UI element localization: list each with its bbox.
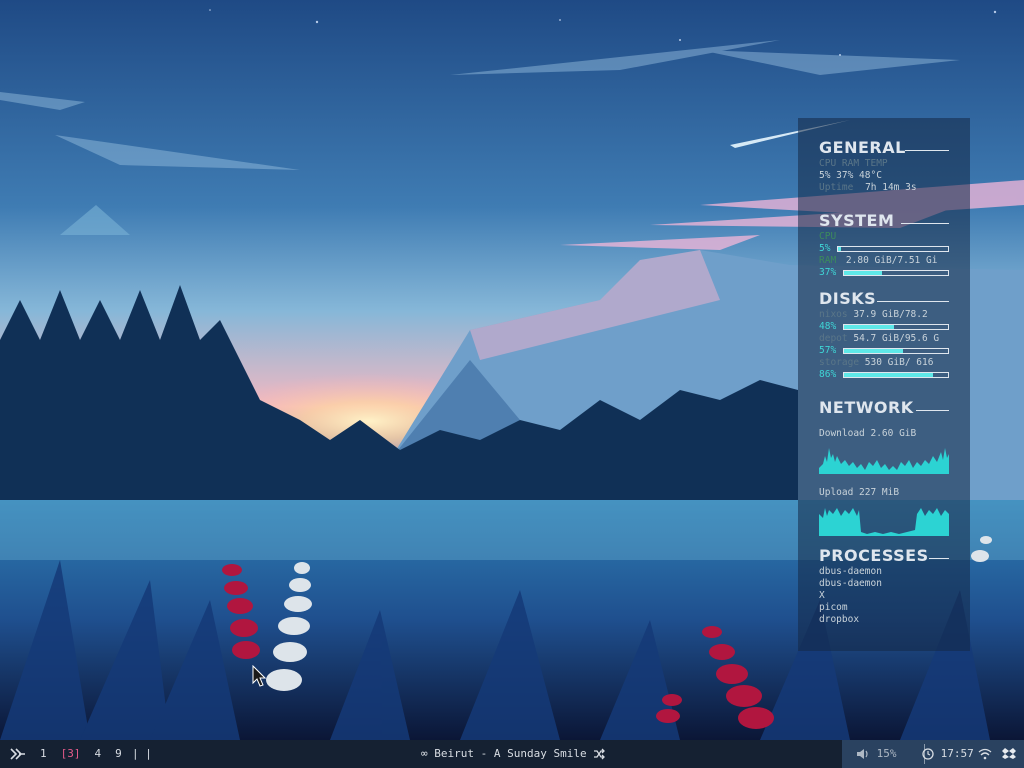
download-label: Download 2.60 GiB xyxy=(819,428,917,439)
workspace-3[interactable]: 4 xyxy=(93,747,104,760)
now-playing-widget[interactable]: ∞ Beirut - A Sunday Smile xyxy=(421,740,606,768)
conky-system-monitor: GENERAL CPU RAM TEMP 5% 37% 48°C Uptime … xyxy=(798,118,970,651)
disk-usage: 54.7 GiB/95.6 G xyxy=(853,333,940,344)
mouse-cursor-icon xyxy=(252,665,266,687)
heading-rule xyxy=(877,301,949,302)
ram-label: RAM xyxy=(819,255,837,266)
disk-row: nixos 37.9 GiB/78.2 xyxy=(819,309,949,321)
network-section: NETWORK Download 2.60 GiB Upload 227 MiB xyxy=(819,398,949,543)
disk-name: storage xyxy=(819,357,860,368)
ram-bar xyxy=(843,270,949,276)
ram-percent: 37% xyxy=(819,267,837,278)
workspace-list: 1 [3] 4 9 xyxy=(38,740,134,768)
ram-value: 2.80 GiB/7.51 Gi xyxy=(845,255,938,266)
heading-rule xyxy=(905,150,949,151)
general-section: GENERAL CPU RAM TEMP 5% 37% 48°C Uptime … xyxy=(819,138,949,194)
processes-heading: PROCESSES xyxy=(819,546,929,565)
general-heading: GENERAL xyxy=(819,138,906,157)
process-list: dbus-daemon dbus-daemon Xpicom dropbox xyxy=(819,566,949,626)
disks-section: DISKS nixos 37.9 GiB/78.2 48% depot 54.7 G… xyxy=(819,289,949,381)
network-heading: NETWORK xyxy=(819,398,914,417)
disk-list: nixos 37.9 GiB/78.2 48% depot 54.7 GiB/95.… xyxy=(819,309,949,381)
volume-widget[interactable]: 15% xyxy=(856,740,897,768)
process-item: X xyxy=(819,590,825,601)
now-playing-text: Beirut - A Sunday Smile xyxy=(434,747,587,760)
process-item: picom xyxy=(819,602,848,613)
disk-row: depot 54.7 GiB/95.6 G xyxy=(819,333,949,345)
volume-level: 15% xyxy=(876,747,897,760)
disk-usage: 37.9 GiB/78.2 xyxy=(853,309,928,320)
clock-icon xyxy=(922,748,934,760)
heading-rule xyxy=(929,558,949,559)
disk-name: nixos xyxy=(819,309,848,320)
general-labels: CPU RAM TEMP xyxy=(819,158,888,169)
heading-rule xyxy=(901,223,949,224)
menu-button[interactable] xyxy=(10,740,26,768)
cpu-bar-row: 5% xyxy=(819,243,949,255)
cpu-label: CPU xyxy=(819,231,837,242)
workspace-separator: | | xyxy=(132,747,152,760)
system-section: SYSTEM CPU 5% RAM 2.80 GiB/7.51 Gi 37% xyxy=(819,211,949,279)
upload-graph xyxy=(819,508,949,536)
speaker-icon xyxy=(857,749,868,759)
uptime-value: 7h 14m 3s xyxy=(865,182,917,193)
clock-widget[interactable]: 17:57 xyxy=(922,740,974,768)
disk-usage: 530 GiB/ 616 xyxy=(864,357,934,368)
disk-percent: 57% xyxy=(819,345,837,356)
disk-bar-row: 48% xyxy=(819,321,949,333)
taskbar: 1 [3] 4 9 | | ∞ Beirut - A Sunday Smile 15%… xyxy=(0,740,1024,768)
uptime-row: Uptime 7h 14m 3s xyxy=(819,182,949,194)
disk-bar xyxy=(843,372,949,378)
cpu-percent: 5% xyxy=(819,243,831,254)
system-tray: 15% 17:57 xyxy=(842,740,1024,768)
disk-bar-fill xyxy=(844,325,894,329)
disk-bar-fill xyxy=(844,373,934,377)
disk-bar xyxy=(843,324,949,330)
wifi-icon[interactable] xyxy=(978,748,992,760)
workspace-1[interactable]: 1 xyxy=(38,747,49,760)
disk-percent: 86% xyxy=(819,369,837,380)
disk-bar-row: 86% xyxy=(819,369,949,381)
ram-bar-row: 37% xyxy=(819,267,949,279)
disk-row: storage 530 GiB/ 616 xyxy=(819,357,949,369)
disk-bar xyxy=(843,348,949,354)
disk-bar-row: 57% xyxy=(819,345,949,357)
process-item: dbus-daemon xyxy=(819,578,882,589)
infinity-icon[interactable]: ∞ xyxy=(421,747,428,760)
disks-heading: DISKS xyxy=(819,289,877,308)
disk-percent: 48% xyxy=(819,321,837,332)
cpu-bar xyxy=(837,246,949,252)
clock-time: 17:57 xyxy=(940,747,974,760)
download-graph xyxy=(819,448,949,474)
ram-row: RAM 2.80 GiB/7.51 Gi xyxy=(819,255,949,267)
processes-section: PROCESSES dbus-daemon dbus-daemon Xpicom dr… xyxy=(819,546,949,626)
process-item: dropbox xyxy=(819,614,860,625)
upload-label: Upload 227 MiB xyxy=(819,487,900,498)
system-heading: SYSTEM xyxy=(819,211,895,230)
workspace-4[interactable]: 9 xyxy=(113,747,124,760)
general-values: 5% 37% 48°C xyxy=(819,170,882,181)
disk-bar-fill xyxy=(844,349,904,353)
heading-rule xyxy=(916,410,949,411)
logo-icon xyxy=(10,748,25,760)
process-item: dbus-daemon xyxy=(819,566,882,577)
uptime-label: Uptime xyxy=(819,182,854,193)
ram-bar-fill xyxy=(844,271,883,275)
cpu-bar-fill xyxy=(838,247,842,251)
disk-name: depot xyxy=(819,333,848,344)
dropbox-icon[interactable] xyxy=(1002,747,1016,761)
workspace-2[interactable]: [3] xyxy=(59,747,83,760)
shuffle-icon[interactable] xyxy=(593,748,606,760)
